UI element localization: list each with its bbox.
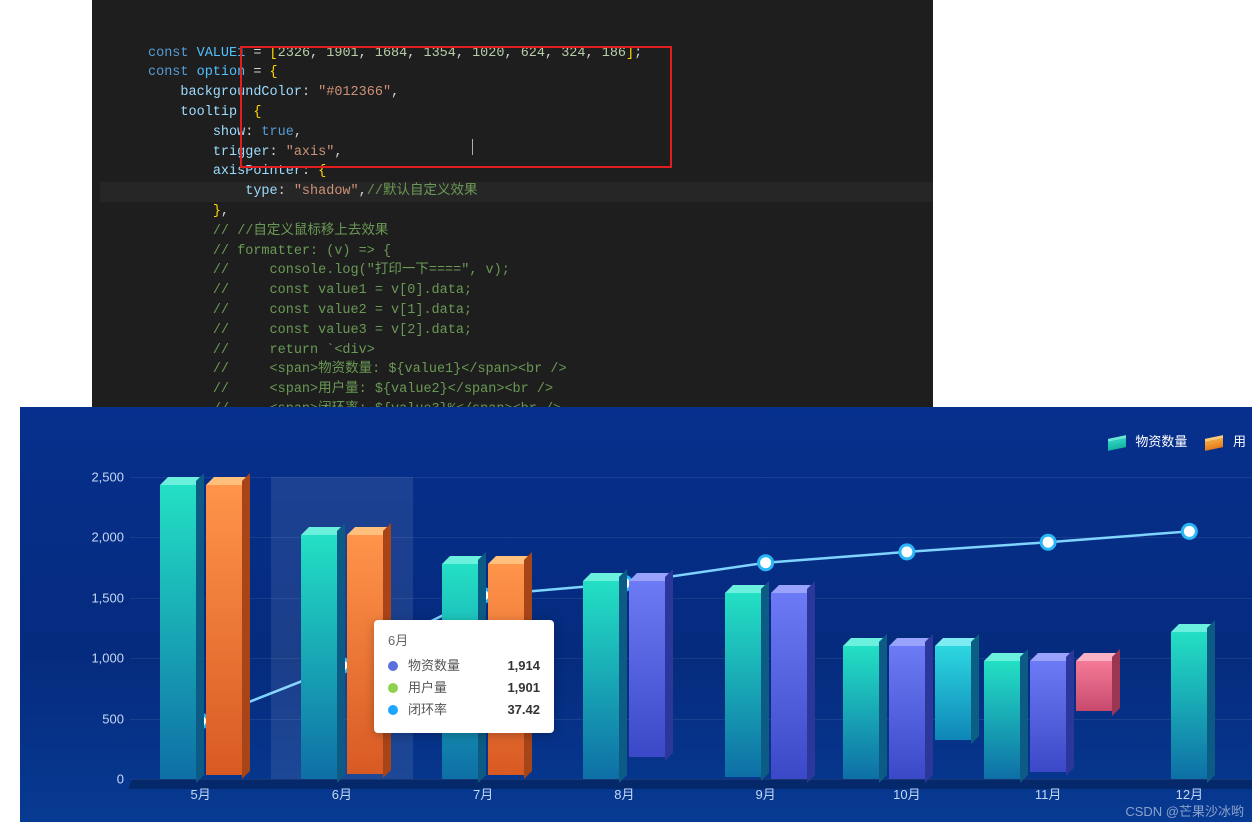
category-band[interactable]: 5月: [130, 477, 271, 779]
bar[interactable]: [889, 646, 925, 779]
category-band[interactable]: 9月: [695, 477, 836, 779]
code-line[interactable]: // //自定义鼠标移上去效果: [100, 222, 933, 242]
code-line[interactable]: trigger: "axis",: [100, 143, 933, 163]
code-line[interactable]: type: "shadow",//默认自定义效果: [100, 182, 933, 202]
y-axis-tick: 1,000: [80, 651, 124, 666]
code-line[interactable]: const VALUE1 = [2326, 1901, 1684, 1354, …: [100, 44, 933, 64]
bar[interactable]: [629, 581, 665, 757]
code-line[interactable]: tooltip: {: [100, 103, 933, 123]
code-line[interactable]: backgroundColor: "#012366",: [100, 83, 933, 103]
bar[interactable]: [771, 593, 807, 779]
code-editor[interactable]: const VALUE1 = [2326, 1901, 1684, 1354, …: [92, 0, 933, 465]
bar[interactable]: [583, 581, 619, 779]
y-axis-tick: 2,500: [80, 470, 124, 485]
text-caret: [472, 139, 473, 155]
cube-icon: [1205, 435, 1223, 451]
dot-icon: [388, 661, 398, 671]
y-axis-tick: 2,000: [80, 530, 124, 545]
chart-legend[interactable]: 物资数量 用: [1108, 431, 1246, 450]
code-line[interactable]: // <span>用户量: ${value2}</span><br />: [100, 380, 933, 400]
tooltip-label: 物资数量: [408, 655, 497, 677]
x-axis-tick: 8月: [554, 784, 695, 803]
dot-icon: [388, 683, 398, 693]
plot-area[interactable]: 05001,0001,5002,0002,5005月6月7月8月9月10月11月…: [130, 477, 1252, 779]
legend-item[interactable]: 用: [1205, 431, 1246, 450]
bar[interactable]: [1076, 661, 1112, 712]
code-line[interactable]: },: [100, 202, 933, 222]
code-line[interactable]: axisPointer: {: [100, 162, 933, 182]
y-axis-tick: 1,500: [80, 590, 124, 605]
bar[interactable]: [935, 646, 971, 740]
x-axis-tick: 9月: [695, 784, 836, 803]
bar[interactable]: [160, 485, 196, 779]
bar[interactable]: [301, 535, 337, 779]
code-line[interactable]: // return `<div>: [100, 341, 933, 361]
category-band[interactable]: 12月: [1119, 477, 1252, 779]
category-band[interactable]: 8月: [554, 477, 695, 779]
dot-icon: [388, 705, 398, 715]
chart-tooltip: 6月 物资数量 1,914 用户量 1,901 闭环率 37.42: [374, 620, 554, 733]
y-axis-tick: 500: [80, 711, 124, 726]
code-line[interactable]: // const value1 = v[0].data;: [100, 281, 933, 301]
cube-icon: [1108, 435, 1126, 451]
category-band[interactable]: 10月: [836, 477, 977, 779]
legend-label: 用: [1233, 434, 1246, 449]
watermark: CSDN @芒果沙冰哟: [1125, 801, 1244, 820]
tooltip-value: 1,901: [507, 677, 540, 699]
x-axis-tick: 5月: [130, 784, 271, 803]
bar[interactable]: [843, 646, 879, 779]
code-line[interactable]: const option = {: [100, 63, 933, 83]
x-axis-tick: 11月: [978, 784, 1119, 803]
tooltip-label: 用户量: [408, 677, 497, 699]
bar[interactable]: [206, 485, 242, 775]
bar[interactable]: [984, 661, 1020, 779]
x-axis-tick: 6月: [271, 784, 412, 803]
tooltip-label: 闭环率: [408, 699, 497, 721]
code-line[interactable]: // formatter: (v) => {: [100, 242, 933, 262]
legend-label: 物资数量: [1135, 434, 1187, 449]
y-axis-tick: 0: [80, 772, 124, 787]
code-line[interactable]: // <span>物资数量: ${value1}</span><br />: [100, 360, 933, 380]
code-line[interactable]: // console.log("打印一下====", v);: [100, 261, 933, 281]
tooltip-value: 1,914: [507, 655, 540, 677]
x-axis-tick: 7月: [413, 784, 554, 803]
code-line[interactable]: // const value2 = v[1].data;: [100, 301, 933, 321]
legend-item[interactable]: 物资数量: [1108, 431, 1188, 450]
bar[interactable]: [1030, 661, 1066, 772]
category-band[interactable]: 11月: [978, 477, 1119, 779]
echarts-chart[interactable]: 物资数量 用 05001,0001,5002,0002,5005月6月7月8月9…: [20, 407, 1252, 822]
code-line[interactable]: // const value3 = v[2].data;: [100, 321, 933, 341]
tooltip-title: 6月: [388, 630, 540, 649]
bar[interactable]: [725, 593, 761, 777]
code-line[interactable]: show: true,: [100, 123, 933, 143]
tooltip-value: 37.42: [507, 699, 540, 721]
x-axis-tick: 10月: [836, 784, 977, 803]
bar[interactable]: [1171, 632, 1207, 779]
